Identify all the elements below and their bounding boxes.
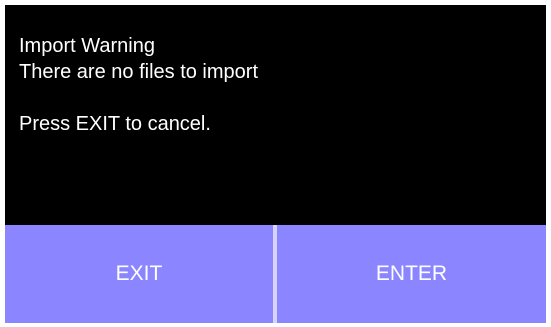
exit-button-label: EXIT: [115, 262, 163, 285]
button-bar: EXIT ENTER: [5, 225, 546, 323]
dialog-message-area: Import Warning There are no files to imp…: [19, 33, 532, 137]
dialog-instruction: Press EXIT to cancel.: [19, 113, 211, 135]
enter-button-label: ENTER: [375, 262, 448, 285]
dialog-message: There are no files to import: [19, 61, 258, 83]
enter-button[interactable]: ENTER: [277, 225, 546, 323]
exit-button[interactable]: EXIT: [5, 225, 273, 323]
warning-dialog: Import Warning There are no files to imp…: [5, 5, 546, 323]
dialog-title: Import Warning: [19, 35, 155, 57]
